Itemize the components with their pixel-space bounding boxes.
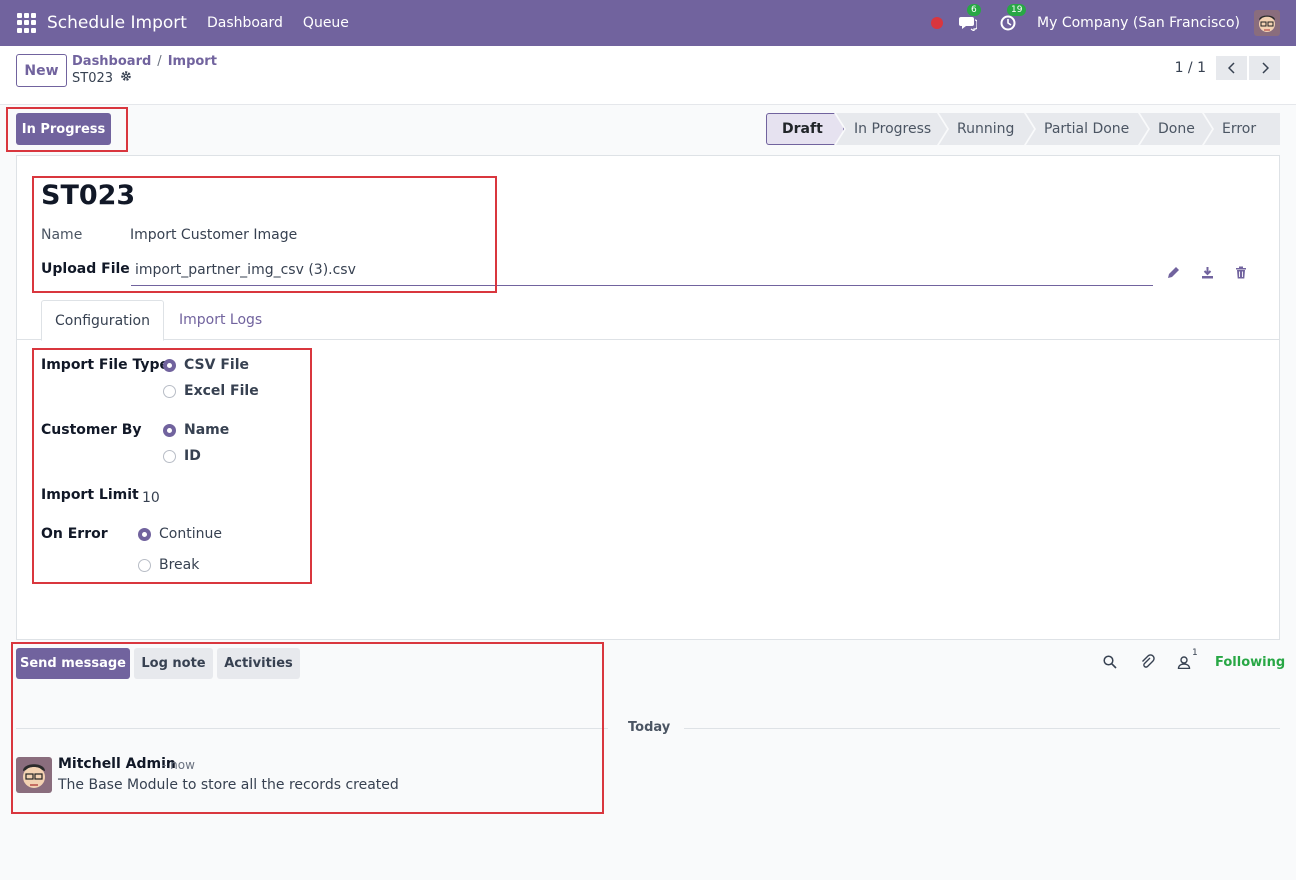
status-bar: In Progress Draft In Progress Running Pa… [0,105,1296,155]
followers-icon[interactable]: 1 [1176,648,1198,670]
gear-icon[interactable] [120,70,132,86]
radio-label: Name [184,422,230,438]
user-avatar[interactable] [1254,10,1280,36]
menu-queue[interactable]: Queue [303,15,349,31]
trash-icon[interactable] [1233,264,1249,280]
chevron-right-icon [1261,62,1269,74]
radio-continue[interactable]: Continue [138,526,222,542]
name-label: Name [41,227,83,243]
stage-running[interactable]: Running [939,113,1034,145]
search-icon[interactable] [1102,654,1118,670]
divider [684,728,1280,729]
pager: 1 / 1 [1175,56,1280,80]
upload-file-field[interactable]: import_partner_img_csv (3).csv [131,260,1153,286]
send-message-button[interactable]: Send message [16,648,130,679]
message-time: - now [162,758,195,772]
menu-dashboard[interactable]: Dashboard [207,15,283,31]
customer-by-label: Customer By [41,422,142,438]
record-name: ST023 [72,70,114,86]
radio-checked-icon[interactable] [163,423,176,437]
message-author[interactable]: Mitchell Admin [58,756,176,772]
breadcrumb-import[interactable]: Import [168,54,217,69]
form-sheet: ST023 Name Import Customer Image Upload … [16,155,1280,640]
activities-badge: 19 [1007,4,1027,16]
import-limit-label: Import Limit [41,487,139,503]
pager-next-button[interactable] [1249,56,1280,80]
chatter-tools: 1 [1102,648,1206,670]
apps-menu-icon[interactable] [17,13,37,33]
tab-import-logs[interactable]: Import Logs [179,300,262,340]
current-record: ST023 [72,70,132,86]
breadcrumb-separator: / [157,54,162,69]
activities-button[interactable]: Activities [217,648,300,679]
breadcrumb: Dashboard / Import [72,54,217,69]
messages-badge: 6 [967,4,981,16]
tab-configuration[interactable]: Configuration [41,300,164,341]
radio-unchecked-icon[interactable] [138,558,151,572]
import-limit-field[interactable]: 10 [142,490,160,506]
divider [16,728,608,729]
radio-excel-file[interactable]: Excel File [163,383,259,399]
company-switcher[interactable]: My Company (San Francisco) [1037,15,1240,31]
followers-count: 1 [1192,648,1198,658]
in-progress-button[interactable]: In Progress [16,113,111,145]
radio-name[interactable]: Name [163,422,229,438]
new-button[interactable]: New [16,54,67,87]
stage-error[interactable]: Error [1204,113,1280,145]
record-indicator-icon[interactable] [931,17,944,29]
notebook-tabs: Configuration Import Logs [17,300,1279,341]
stage-done[interactable]: Done [1140,113,1212,145]
control-panel: New Dashboard / Import ST023 1 / 1 [0,46,1296,105]
activities-clock-icon[interactable]: 19 [997,4,1027,34]
name-field[interactable]: Import Customer Image [130,227,297,243]
radio-id[interactable]: ID [163,448,201,464]
record-title[interactable]: ST023 [41,180,135,211]
message-body: The Base Module to store all the records… [58,777,399,793]
file-actions [1165,264,1267,280]
app-title[interactable]: Schedule Import [47,13,187,33]
date-separator: Today [628,720,671,735]
stage-in-progress[interactable]: In Progress [836,113,947,145]
radio-csv-file[interactable]: CSV File [163,357,249,373]
chatter-buttons: Send message Log note Activities [16,648,304,679]
pager-value[interactable]: 1 / 1 [1175,60,1206,76]
following-button[interactable]: Following [1215,655,1285,670]
breadcrumb-dashboard[interactable]: Dashboard [72,54,151,69]
radio-unchecked-icon[interactable] [163,449,176,463]
radio-break[interactable]: Break [138,557,199,573]
radio-label: Continue [159,526,222,542]
import-file-type-label: Import File Type [41,357,169,373]
stage-partial-done[interactable]: Partial Done [1026,113,1148,145]
upload-file-label: Upload File [41,261,130,277]
radio-unchecked-icon[interactable] [163,384,176,398]
message-author-avatar[interactable] [16,757,52,793]
pencil-icon[interactable] [1165,264,1181,280]
on-error-label: On Error [41,526,108,542]
log-note-button[interactable]: Log note [134,648,213,679]
stage-selector: Draft In Progress Running Partial Done D… [766,113,1280,145]
radio-label: Break [159,557,200,573]
radio-checked-icon[interactable] [163,358,176,372]
radio-checked-icon[interactable] [138,527,151,541]
chevron-left-icon [1227,62,1235,74]
stage-draft[interactable]: Draft [766,113,844,145]
pager-previous-button[interactable] [1216,56,1247,80]
messages-icon[interactable]: 6 [957,4,981,34]
paperclip-icon[interactable] [1140,654,1156,670]
radio-label: CSV File [184,357,249,373]
radio-label: ID [184,448,201,464]
radio-label: Excel File [184,383,259,399]
download-icon[interactable] [1199,264,1215,280]
top-navbar: Schedule Import Dashboard Queue 6 19 My … [0,0,1296,46]
